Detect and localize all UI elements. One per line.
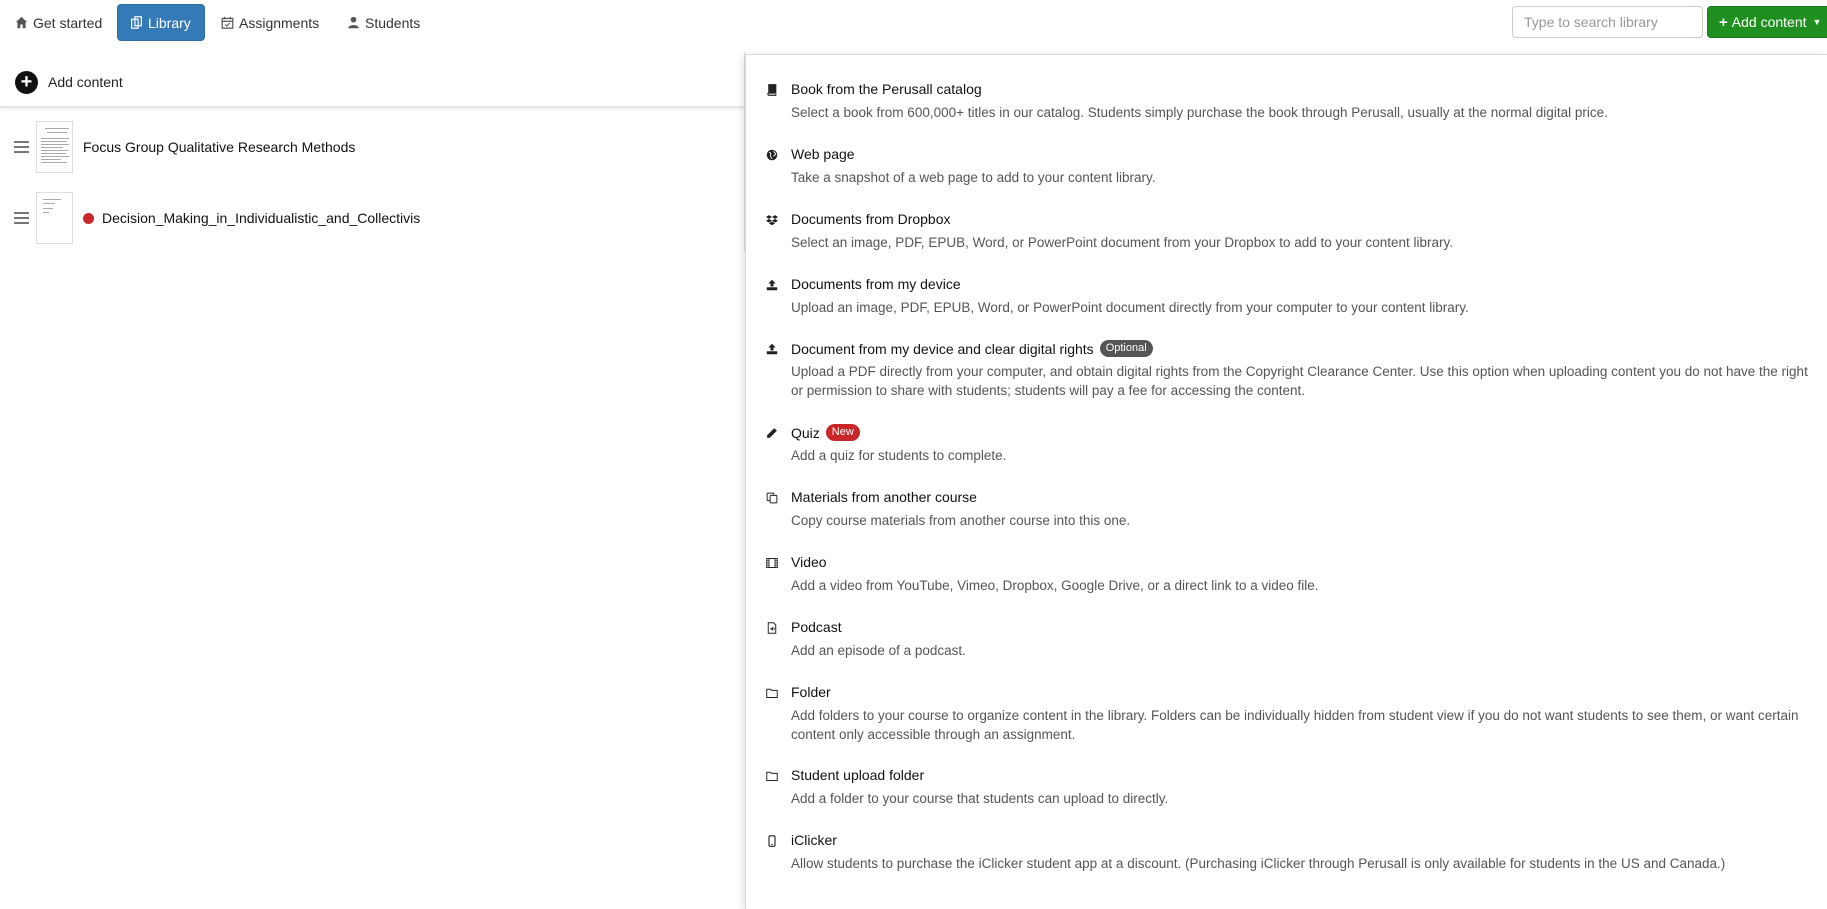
add-content-row[interactable]: + Add content [0,58,745,108]
menu-item-title: iClicker [791,832,837,848]
library-item[interactable]: Decision_Making_in_Individualistic_and_C… [0,188,745,248]
tab-label: Students [365,14,421,31]
menu-item-description: Upload a PDF directly from your computer… [791,364,1808,398]
menu-item-title: Folder [791,684,831,700]
add-content-button[interactable]: + Add content ▼ [1707,6,1827,38]
folder-icon [766,688,778,698]
plus-circle-icon: + [15,70,38,94]
menu-item-description: Copy course materials from another cours… [791,513,1131,528]
new-badge: New [825,424,860,441]
menu-item-quiz[interactable]: Quiz New Add a quiz for students to comp… [746,424,1827,484]
drag-handle-icon[interactable] [14,212,29,224]
menu-item-description: Select an image, PDF, EPUB, Word, or Pow… [791,235,1454,250]
add-content-menu: Book from the Perusall catalog Select a … [745,54,1827,909]
dropbox-icon [766,215,778,226]
menu-item-dropbox[interactable]: Documents from Dropbox Select an image, … [746,211,1827,271]
menu-item-podcast[interactable]: Podcast Add an episode of a podcast. [746,619,1827,679]
menu-item-web-page[interactable]: Web page Take a snapshot of a web page t… [746,146,1827,206]
menu-item-title: Materials from another course [791,489,977,505]
menu-item-description: Allow students to purchase the iClicker … [791,856,1726,871]
user-icon [348,16,359,29]
calendar-icon [221,16,234,29]
tab-students[interactable]: Students [335,4,432,41]
tab-label: Library [148,14,191,31]
library-icon [131,16,142,29]
menu-item-title: Book from the Perusall catalog [791,81,982,97]
menu-item-title: Documents from Dropbox [791,211,951,227]
menu-item-description: Add a folder to your course that student… [791,791,1169,806]
optional-badge: Optional [1099,340,1153,357]
menu-item-video[interactable]: Video Add a video from YouTube, Vimeo, D… [746,554,1827,614]
unread-indicator [83,212,94,224]
menu-item-title: Document from my device and clear digita… [791,340,1094,357]
caret-down-icon: ▼ [1812,17,1822,27]
add-content-row-label: Add content [48,74,123,90]
upload-icon [766,279,778,291]
library-item[interactable]: Focus Group Qualitative Research Methods [0,117,745,177]
menu-item-device-upload-rights[interactable]: Document from my device and clear digita… [746,340,1827,420]
menu-item-description: Take a snapshot of a web page to add to … [791,170,1156,185]
menu-item-student-upload-folder[interactable]: Student upload folder Add a folder to yo… [746,767,1827,827]
search-input[interactable] [1512,6,1703,38]
menu-item-iclicker[interactable]: iClicker Allow students to purchase the … [746,832,1827,892]
plus-icon: + [1719,13,1728,31]
document-thumbnail [36,192,73,244]
document-title[interactable]: Decision_Making_in_Individualistic_and_C… [102,210,420,226]
folder-icon [766,771,778,781]
menu-item-title: Student upload folder [791,767,925,783]
book-icon [767,84,777,96]
tab-assignments[interactable]: Assignments [209,4,331,41]
add-content-label: Add content [1731,14,1807,30]
menu-item-title: Podcast [791,619,842,635]
menu-item-description: Add a quiz for students to complete. [791,448,1007,463]
document-title[interactable]: Focus Group Qualitative Research Methods [83,139,355,155]
film-icon [766,558,778,568]
menu-item-description: Add an episode of a podcast. [791,643,966,658]
top-nav: Get started Library Assignments Students… [0,0,1827,46]
menu-item-device-upload[interactable]: Documents from my device Upload an image… [746,276,1827,336]
menu-item-other-course[interactable]: Materials from another course Copy cours… [746,489,1827,549]
audio-file-icon [767,622,777,634]
tab-label: Assignments [239,14,320,31]
menu-item-description: Select a book from 600,000+ titles in ou… [791,105,1608,120]
menu-item-title: Quiz [791,424,820,441]
menu-item-folder[interactable]: Folder Add folders to your course to org… [746,684,1827,764]
document-thumbnail [36,121,73,173]
menu-item-description: Add a video from YouTube, Vimeo, Dropbox… [791,578,1319,593]
menu-item-description: Add folders to your course to organize c… [791,708,1799,742]
menu-item-description: Upload an image, PDF, EPUB, Word, or Pow… [791,300,1469,315]
menu-item-title: Documents from my device [791,276,961,292]
tab-get-started[interactable]: Get started [3,4,114,41]
drag-handle-icon[interactable] [14,141,29,153]
pencil-icon [767,428,777,438]
menu-item-title: Video [791,554,827,570]
copy-icon [766,492,778,504]
tab-library[interactable]: Library [117,4,205,41]
upload-icon [766,343,778,355]
home-icon [15,16,28,29]
globe-icon [766,149,778,161]
menu-item-book[interactable]: Book from the Perusall catalog Select a … [746,81,1827,141]
library-list: + Add content Focus Group Qualitative Re… [0,58,745,909]
mobile-icon [768,835,776,847]
menu-item-title: Web page [791,146,855,162]
tab-label: Get started [33,14,103,31]
